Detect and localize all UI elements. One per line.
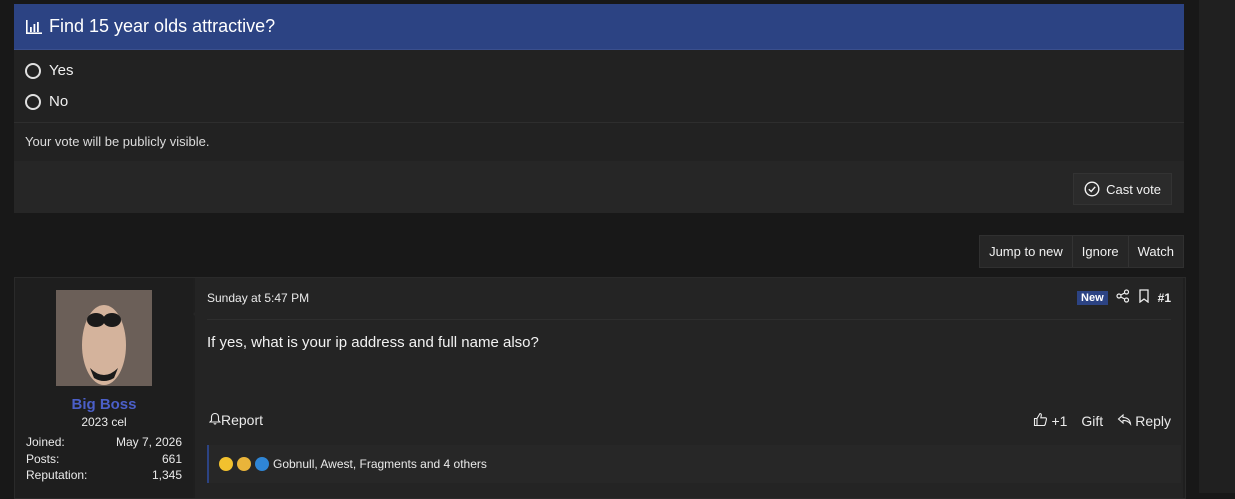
poll-block: Find 15 year olds attractive? Yes No You… <box>14 4 1184 213</box>
post-number[interactable]: #1 <box>1158 291 1171 305</box>
share-icon[interactable] <box>1116 289 1130 306</box>
scrollbar-track[interactable] <box>1199 0 1235 493</box>
thinking-emoji-icon <box>237 457 251 471</box>
jump-to-new-button[interactable]: Jump to new <box>980 236 1072 267</box>
divider <box>14 122 1184 123</box>
stat-label: Posts: <box>26 452 60 466</box>
stat-label: Joined: <box>26 435 65 449</box>
report-button[interactable]: Report <box>208 412 264 428</box>
poll-option-label: Yes <box>49 62 74 79</box>
bookmark-icon[interactable] <box>1138 289 1150 306</box>
post-content: If yes, what is your ip address and full… <box>207 334 539 351</box>
ignore-button[interactable]: Ignore <box>1071 236 1128 267</box>
poll-footer: Cast vote <box>14 161 1184 213</box>
new-badge: New <box>1077 290 1108 305</box>
poll-title: Find 15 year olds attractive? <box>49 16 276 36</box>
reply-icon <box>1117 413 1132 429</box>
poll-header: Find 15 year olds attractive? <box>14 4 1184 50</box>
thumbs-up-icon <box>1033 412 1048 430</box>
radio-icon[interactable] <box>25 93 41 110</box>
cast-vote-button[interactable]: Cast vote <box>1073 173 1172 205</box>
stat-reputation: Reputation: 1,345 <box>26 468 182 482</box>
stat-value: 1,345 <box>151 468 182 482</box>
poll-visibility-note: Your vote will be publicly visible. <box>25 134 210 149</box>
poll-option-label: No <box>49 93 69 110</box>
reply-button[interactable]: Reply <box>1117 413 1171 429</box>
report-label: Report <box>221 412 264 428</box>
laughing-emoji-icon <box>219 457 233 471</box>
poll-option-yes[interactable]: Yes <box>25 62 73 79</box>
like-count: +1 <box>1051 413 1068 429</box>
reactions-bar[interactable]: Gobnull, Awest, Fragments and 4 others <box>207 445 1181 483</box>
thread-container: Find 15 year olds attractive? Yes No You… <box>14 4 1186 499</box>
post-tools: New #1 <box>1077 289 1171 306</box>
cast-vote-label: Cast vote <box>1106 181 1161 197</box>
post-date[interactable]: Sunday at 5:47 PM <box>207 291 309 305</box>
username[interactable]: Big Boss <box>15 396 193 413</box>
avatar[interactable] <box>56 290 152 386</box>
thread-actions: Jump to new Ignore Watch <box>979 235 1184 268</box>
stat-value: May 7, 2026 <box>115 435 182 449</box>
like-reaction-icon <box>255 457 269 471</box>
post: Big Boss 2023 cel Joined: May 7, 2026 Po… <box>14 277 1186 499</box>
user-title: 2023 cel <box>81 415 127 429</box>
reply-label: Reply <box>1135 413 1171 429</box>
check-circle-icon <box>1084 181 1100 197</box>
stat-joined: Joined: May 7, 2026 <box>26 435 182 449</box>
like-button[interactable]: +1 <box>1033 412 1067 430</box>
radio-icon[interactable] <box>25 62 41 79</box>
reactions-users[interactable]: Gobnull, Awest, Fragments and 4 others <box>273 457 487 471</box>
watch-button[interactable]: Watch <box>1127 236 1183 267</box>
gift-button[interactable]: Gift <box>1081 413 1103 429</box>
bell-icon <box>208 412 222 428</box>
poll-option-no[interactable]: No <box>25 93 68 110</box>
stat-posts: Posts: 661 <box>26 452 182 466</box>
stat-value: 661 <box>161 452 182 466</box>
stat-label: Reputation: <box>26 468 88 482</box>
message-body-panel: Sunday at 5:47 PM New #1 If yes, what is… <box>195 278 1183 498</box>
divider <box>207 319 1171 320</box>
bar-chart-icon <box>25 18 43 36</box>
post-footer-actions: +1 Gift Reply <box>1033 412 1171 430</box>
user-info-column: Big Boss 2023 cel Joined: May 7, 2026 Po… <box>15 278 193 498</box>
